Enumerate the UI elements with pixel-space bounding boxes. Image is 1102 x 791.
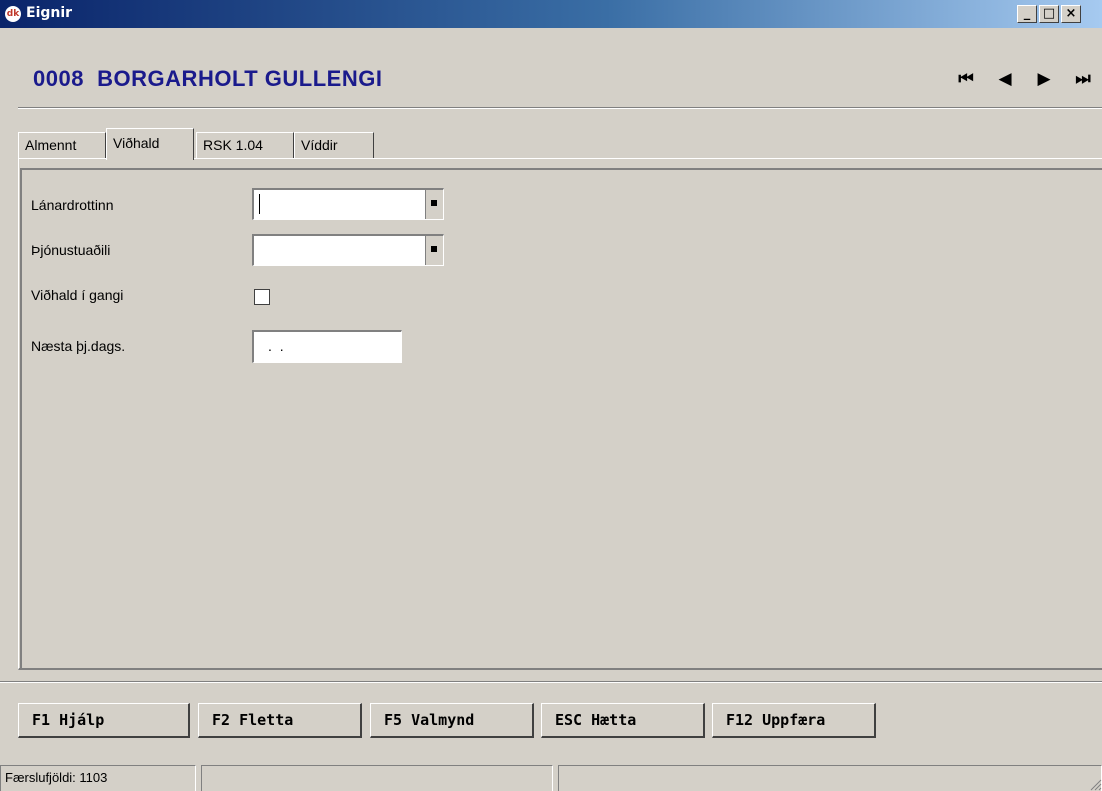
tab-viddir[interactable]: Víddir [294,132,374,158]
menu-button[interactable]: F5 Valmynd [370,703,534,738]
status-panel-2 [201,765,553,791]
header-divider-highlight [18,108,1102,109]
help-button[interactable]: F1 Hjálp [18,703,190,738]
minimize-button[interactable]: _ [1017,5,1037,23]
record-title: 0008 BORGARHOLT GULLENGI [33,66,383,91]
first-record-icon[interactable]: ⏮ [955,68,977,90]
browse-button[interactable]: F2 Fletta [198,703,362,738]
footer-divider-highlight [0,682,1102,683]
last-record-icon[interactable]: ⏭ [1072,68,1094,90]
tab-vidhald[interactable]: Viðhald [106,128,194,160]
window-title: Eignir [26,5,73,21]
previous-record-icon[interactable]: ◀ [994,68,1016,90]
quit-button[interactable]: ESC Hætta [541,703,705,738]
tab-panel [18,158,1102,670]
tab-almennt[interactable]: Almennt [18,132,106,158]
close-button[interactable]: × [1061,5,1081,23]
resize-grip-icon[interactable] [1088,777,1102,791]
app-icon: dk [5,6,21,22]
tab-rsk[interactable]: RSK 1.04 [196,132,294,158]
status-panel-3 [558,765,1102,791]
window-titlebar: dk Eignir _ □ × [0,0,1102,28]
update-button[interactable]: F12 Uppfæra [712,703,876,738]
next-record-icon[interactable]: ▶ [1033,68,1055,90]
record-count-status: Færslufjöldi: 1103 [0,765,196,791]
maximize-button[interactable]: □ [1039,5,1059,23]
